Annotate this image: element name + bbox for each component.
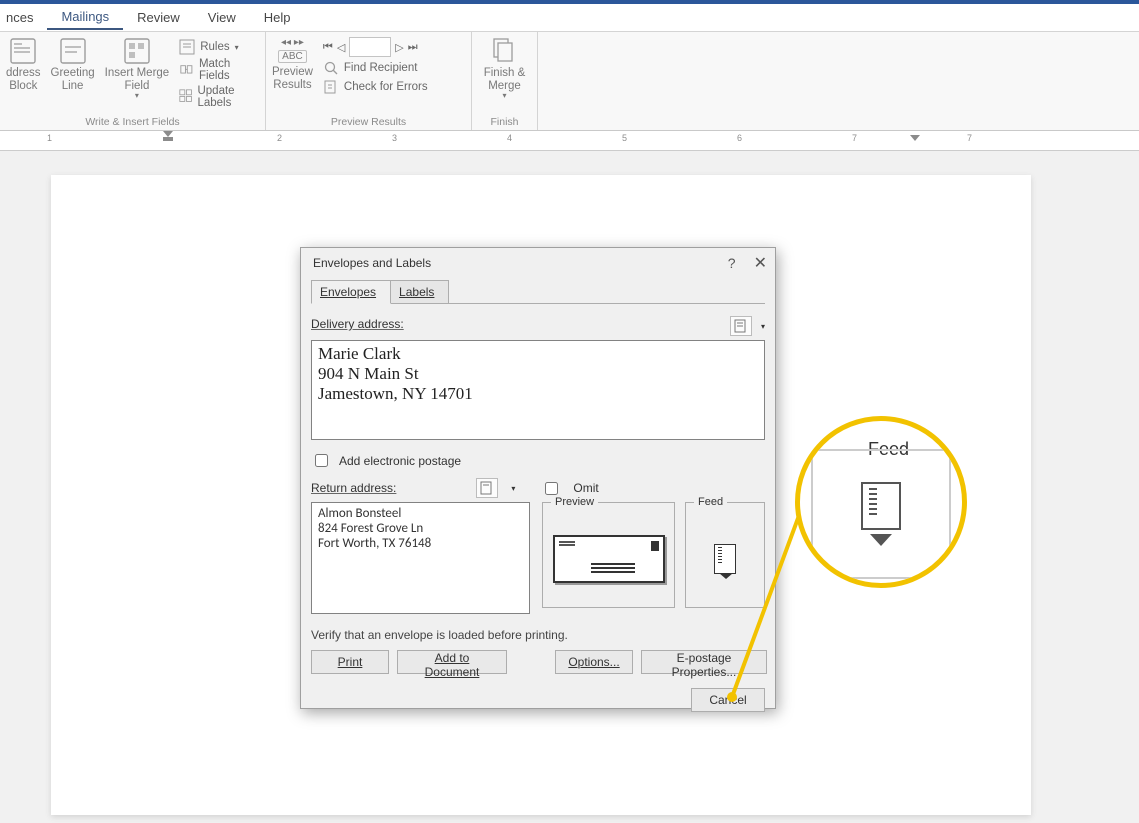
preview-results-button[interactable]: ◂◂ ▸▸ ABC Preview Results	[272, 35, 313, 91]
group-finish: Finish	[478, 114, 531, 128]
next-record-icon[interactable]: ▷	[395, 41, 403, 54]
left-margin-marker[interactable]	[163, 131, 173, 141]
find-recipient-button[interactable]: Find Recipient	[323, 60, 428, 76]
check-errors-button[interactable]: Check for Errors	[323, 79, 428, 95]
greeting-line-label: Greeting Line	[51, 67, 95, 92]
verify-text: Verify that an envelope is loaded before…	[311, 628, 765, 642]
feed-group[interactable]: Feed	[685, 502, 765, 608]
address-book-button[interactable]	[730, 316, 752, 336]
envelope-preview-icon	[553, 535, 665, 583]
print-button[interactable]: Print	[311, 650, 389, 674]
preview-results-label: Preview Results	[272, 66, 313, 91]
greeting-line-button[interactable]: Greeting Line	[51, 35, 95, 92]
omit-checkbox[interactable]	[545, 482, 558, 495]
insert-merge-field-icon	[123, 37, 151, 65]
tab-labels[interactable]: Labels	[390, 280, 449, 304]
record-navigation[interactable]: ⏮ ◁ ▷ ⏭	[323, 37, 428, 57]
finish-merge-button[interactable]: Finish & Merge ▾	[484, 35, 526, 101]
last-record-icon[interactable]: ⏭	[408, 41, 418, 54]
insert-merge-field-button[interactable]: Insert Merge Field ▾	[105, 35, 170, 101]
tab-envelopes[interactable]: Envelopes	[311, 280, 391, 304]
finish-merge-label: Finish & Merge	[484, 67, 526, 92]
ruler-mark: 3	[392, 133, 397, 143]
return-address-label: Return address:	[311, 481, 396, 495]
horizontal-ruler[interactable]: 1 2 3 4 5 6 7 7	[0, 131, 1139, 151]
update-labels-icon	[179, 89, 192, 105]
add-electronic-postage-label: Add electronic postage	[339, 454, 461, 468]
check-errors-label: Check for Errors	[344, 81, 428, 93]
group-write-insert-fields: Write & Insert Fields	[6, 114, 259, 128]
update-labels-button[interactable]: Update Labels	[179, 85, 259, 109]
abc-icon: ABC	[278, 50, 307, 63]
return-address-input[interactable]	[311, 502, 530, 614]
prev-record-icon[interactable]: ◁	[337, 41, 345, 54]
match-fields-button[interactable]: Match Fields	[179, 58, 259, 82]
feed-orientation-icon	[714, 544, 736, 574]
first-record-icon[interactable]: ⏮	[323, 41, 333, 54]
add-to-document-button[interactable]: Add to Document	[397, 650, 507, 674]
delivery-address-label: Delivery address:	[311, 317, 404, 331]
group-preview-results: Preview Results	[272, 114, 465, 128]
ruler-mark: 6	[737, 133, 742, 143]
annotation-callout-feed: Feed	[795, 416, 967, 588]
rules-button[interactable]: Rules ▾	[179, 39, 259, 55]
preview-group[interactable]: Preview	[542, 502, 675, 608]
right-margin-marker[interactable]	[910, 131, 920, 141]
epostage-properties-button[interactable]: E-postage Properties...	[641, 650, 767, 674]
ribbon: ddress Block Greeting Line Insert Merge …	[0, 32, 1139, 131]
close-icon[interactable]: ✕	[754, 253, 767, 273]
search-icon	[323, 60, 339, 76]
address-book-icon	[734, 319, 748, 333]
check-errors-icon	[323, 79, 339, 95]
chevron-down-icon[interactable]: ▾	[511, 484, 515, 493]
ruler-mark: 7	[852, 133, 857, 143]
return-address-book-button[interactable]	[476, 478, 498, 498]
delivery-address-input[interactable]	[311, 340, 765, 440]
address-block-label: ddress Block	[6, 67, 41, 92]
help-icon[interactable]: ?	[728, 255, 736, 271]
tab-mailings[interactable]: Mailings	[47, 5, 123, 30]
match-fields-label: Match Fields	[199, 58, 259, 82]
feed-orientation-icon-large	[861, 482, 901, 530]
preview-legend: Preview	[551, 496, 598, 508]
dialog-title: Envelopes and Labels	[313, 256, 431, 270]
address-block-button[interactable]: ddress Block	[6, 35, 41, 92]
omit-label: Omit	[573, 481, 598, 495]
update-labels-label: Update Labels	[197, 85, 259, 109]
tab-review[interactable]: Review	[123, 6, 194, 29]
ribbon-tabs: nces Mailings Review View Help	[0, 4, 1139, 32]
ruler-mark: 1	[47, 133, 52, 143]
find-recipient-label: Find Recipient	[344, 62, 418, 74]
match-fields-icon	[179, 62, 194, 78]
tab-references-partial[interactable]: nces	[4, 6, 47, 29]
feed-legend: Feed	[694, 496, 727, 508]
ruler-mark: 2	[277, 133, 282, 143]
add-electronic-postage-checkbox[interactable]	[315, 454, 328, 467]
feed-arrow-icon	[870, 534, 892, 546]
tab-view[interactable]: View	[194, 6, 250, 29]
record-number-input[interactable]	[349, 37, 391, 57]
chevron-down-icon[interactable]: ▾	[761, 322, 765, 331]
finish-merge-icon	[490, 37, 518, 65]
address-block-icon	[9, 37, 37, 65]
ruler-mark: 5	[622, 133, 627, 143]
rules-icon	[179, 39, 195, 55]
rules-label: Rules	[200, 41, 229, 53]
ruler-mark: 4	[507, 133, 512, 143]
address-book-icon	[480, 481, 494, 495]
ruler-mark: 7	[967, 133, 972, 143]
greeting-line-icon	[59, 37, 87, 65]
options-button[interactable]: Options...	[555, 650, 633, 674]
insert-merge-field-label: Insert Merge Field	[105, 67, 170, 92]
tab-help[interactable]: Help	[250, 6, 305, 29]
cancel-button[interactable]: Cancel	[691, 688, 765, 712]
envelopes-and-labels-dialog: Envelopes and Labels ? ✕ Envelopes Label…	[300, 247, 776, 709]
